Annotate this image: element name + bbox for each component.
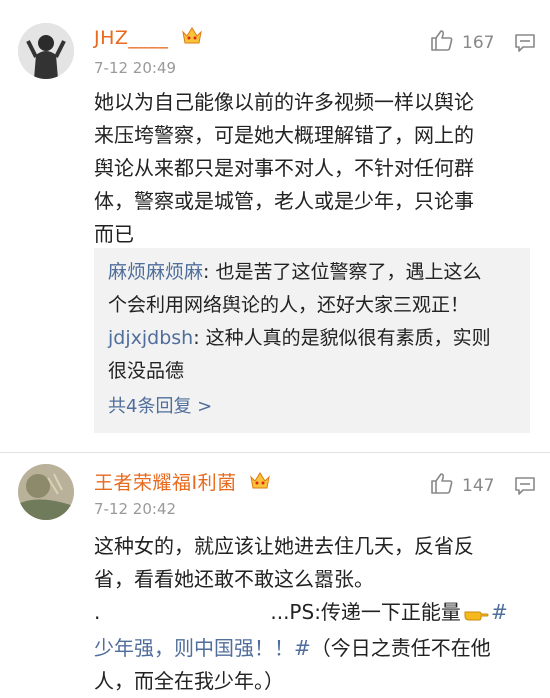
- reply-author[interactable]: jdjxjdbsh: [108, 327, 193, 349]
- comment-divider: [0, 452, 550, 453]
- like-button[interactable]: 147: [430, 472, 494, 499]
- username[interactable]: JHZ____: [94, 26, 203, 49]
- vip-crown-icon: [249, 471, 271, 491]
- reply-preview-box: 麻烦麻烦麻: 也是苦了这位警察了，遇上这么 个会利用网络舆论的人，还好大家三观正…: [94, 248, 530, 433]
- comment-time: 7-12 20:49: [94, 59, 177, 77]
- avatar[interactable]: [18, 23, 74, 79]
- vip-crown-icon: [181, 26, 203, 46]
- ps-line: . ...PS:传递一下正能量 #: [94, 596, 534, 632]
- thumbs-up-icon: [430, 472, 454, 499]
- username[interactable]: 王者荣耀福I利菌: [94, 468, 271, 495]
- like-count: 167: [462, 32, 495, 53]
- like-count: 147: [462, 475, 495, 496]
- comment-content: 这种女的，就应该让她进去住几天，反省反 省，看看她还敢不敢这么嚣张。 . ...P…: [94, 530, 534, 698]
- hashtag-link[interactable]: 少年强，则中国强！！#: [94, 636, 311, 660]
- reply-item: jdjxjdbsh: 这种人真的是貌似很有素质，实则 很没品德: [108, 327, 491, 382]
- reply-author[interactable]: 麻烦麻烦麻: [108, 261, 203, 283]
- comment-content: 她以为自己能像以前的许多视频一样以舆论 来压垮警察，可是她大概理解错了，网上的 …: [94, 90, 474, 246]
- comment-reply-icon[interactable]: [514, 33, 536, 53]
- comment-reply-icon[interactable]: [514, 476, 536, 496]
- view-more-replies-link[interactable]: 共4条回复 >: [108, 392, 212, 418]
- thumbs-up-icon: [430, 29, 454, 56]
- like-button[interactable]: 167: [430, 29, 494, 56]
- comment-time: 7-12 20:42: [94, 500, 177, 518]
- reply-item: 麻烦麻烦麻: 也是苦了这位警察了，遇上这么 个会利用网络舆论的人，还好大家三观正…: [108, 261, 482, 316]
- avatar[interactable]: [18, 464, 74, 520]
- hashtag-link[interactable]: #: [491, 600, 508, 624]
- pointing-hand-icon: [463, 599, 489, 632]
